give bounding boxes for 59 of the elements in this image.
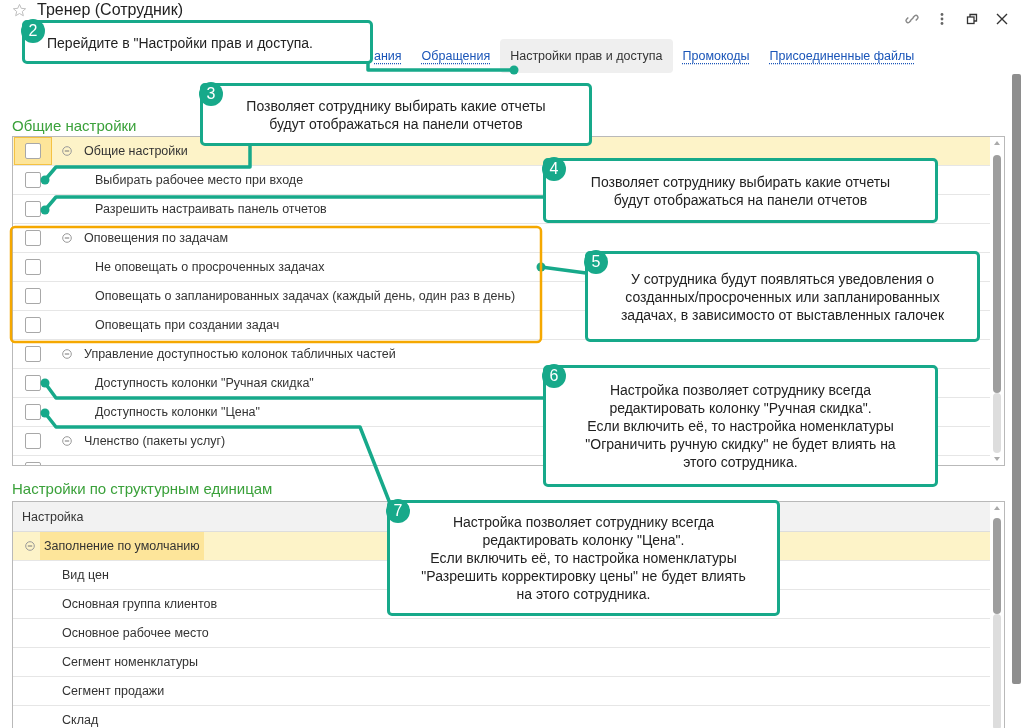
tab[interactable]: Промокоды [682, 49, 750, 63]
tab[interactable]: Присоединенные файлы [769, 49, 915, 63]
tab[interactable]: Обращения [421, 49, 491, 63]
checkbox[interactable] [25, 172, 41, 188]
setting-label: Доступность колонки "Ручная скидка" [95, 376, 314, 390]
collapse-icon[interactable] [62, 233, 72, 243]
checkbox[interactable] [25, 404, 41, 420]
tab[interactable]: Настройки прав и доступа [500, 39, 673, 73]
setting-label: Оповещать при создании задач [95, 318, 280, 332]
column-header[interactable]: Настройка [22, 509, 84, 524]
group-label: Общие настройки [84, 144, 188, 158]
collapse-icon[interactable] [62, 436, 72, 446]
checkbox[interactable] [25, 317, 41, 333]
setting-label: Разрешить настраивать панель отчетов [95, 202, 327, 216]
section-heading: Общие настройки [12, 116, 137, 136]
checkbox[interactable] [25, 288, 41, 304]
checkbox[interactable] [25, 375, 41, 391]
setting-label: Основное рабочее место [62, 626, 209, 640]
callout-text: У сотрудника будут появляться уведовления о созданных/просроченных или запланированных задачах, в зависимосто от выставленных галочек [620, 269, 945, 324]
step-badge: 3 [199, 82, 223, 106]
tab[interactable]: ания [374, 49, 402, 63]
collapse-icon[interactable] [62, 349, 72, 359]
callout-text: Позволяет сотруднику выбирать какие отчеты будут отображаться на панели отчетов [590, 172, 891, 209]
step-badge: 7 [386, 499, 410, 523]
page-scrollbar[interactable] [1012, 74, 1021, 684]
step-badge: 4 [542, 157, 566, 181]
callout-text: Настройка позволяет сотруднику всегда редактировать колонку "Цена". Если включить её, то настройка номенклатуры "Разрешить корректировку цены" не будет влиять на этого сотрудника. [421, 513, 746, 603]
collapse-icon[interactable] [25, 541, 35, 551]
step-badge: 2 [21, 19, 45, 43]
setting-label: Склад [62, 713, 99, 727]
collapse-icon[interactable] [62, 146, 72, 156]
star-icon[interactable] [12, 3, 27, 18]
group-label: Оповещения по задачам [84, 231, 229, 245]
checkbox[interactable] [25, 201, 41, 217]
checkbox[interactable] [25, 433, 41, 449]
window-title: Тренер (Сотрудник) [37, 1, 184, 19]
setting-label: Оповещать о запланированных задачах (каждый день, один раз в день) [95, 289, 516, 303]
group-label: Управление доступностью колонок табличных частей [84, 347, 396, 361]
setting-label: Сегмент номенклатуры [62, 655, 198, 669]
setting-label: Не оповещать о просроченных задачах [95, 260, 325, 274]
callout-text: Настройка позволяет сотруднику всегда редактировать колонку "Ручная скидка". Если включить её, то настройка номенклатуры "Ограничить ручную скидку" не будет влиять на этого сотрудника. [585, 381, 896, 471]
checkbox[interactable] [25, 259, 41, 275]
section-heading: Настройки по структурным единицам [12, 479, 273, 499]
restore-icon[interactable] [964, 11, 980, 27]
checkbox[interactable] [25, 143, 41, 159]
setting-label: Доступность колонки "Цена" [95, 405, 260, 419]
callout-text: Позволяет сотруднику выбирать какие отчеты будут отображаться на панели отчетов [246, 96, 546, 133]
checkbox[interactable] [25, 230, 41, 246]
callout-text: Перейдите в "Настройки прав и доступа. [47, 34, 313, 52]
group-label: Членство (пакеты услуг) [84, 434, 226, 448]
group-label: Заполнение по умолчанию [40, 532, 204, 560]
checkbox[interactable] [25, 346, 41, 362]
close-icon[interactable] [994, 11, 1010, 27]
step-badge: 6 [542, 364, 566, 388]
setting-label: Выбирать рабочее место при входе [95, 173, 304, 187]
setting-label: Сегмент продажи [62, 684, 165, 698]
step-badge: 5 [584, 250, 608, 274]
setting-label: Основная группа клиентов [62, 597, 218, 611]
setting-label: Вид цен [62, 568, 109, 582]
